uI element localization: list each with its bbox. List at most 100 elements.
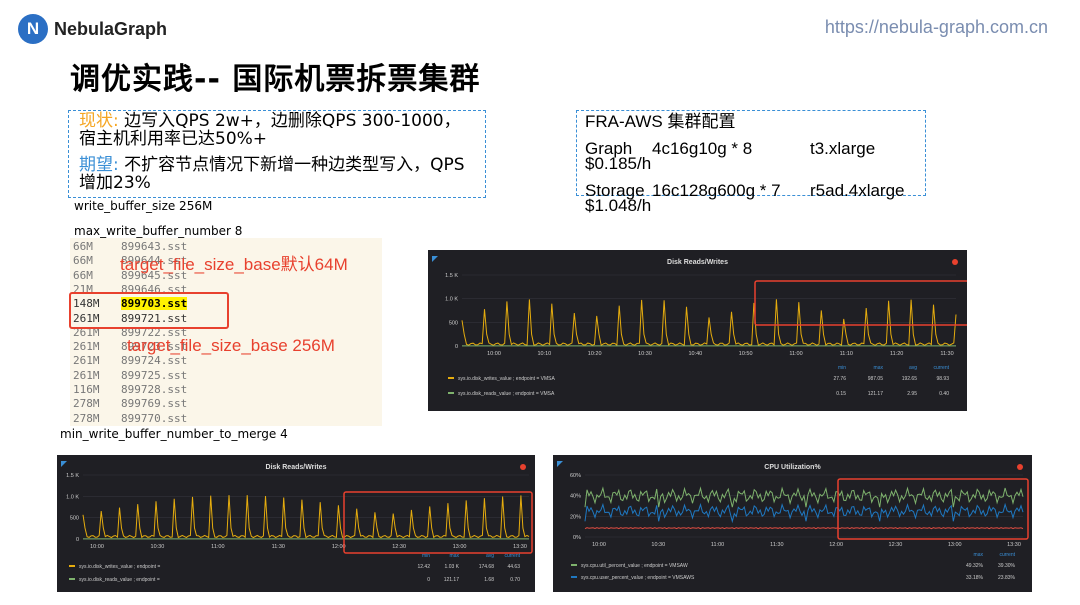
sst-file-size: 261M xyxy=(73,354,100,368)
y-tick-label: 1.5 K xyxy=(445,273,458,279)
panel-alert-icon xyxy=(1017,464,1023,470)
sst-file-row: 261M 899724.sst xyxy=(73,354,187,367)
series-line xyxy=(82,495,530,539)
legend-stat-value: 121.17 xyxy=(444,577,460,583)
panel-corner-icon xyxy=(432,256,438,262)
sst-file-name: 899724.sst xyxy=(121,354,188,368)
legend-header: avg xyxy=(909,365,917,371)
x-tick-label: 12:30 xyxy=(889,542,903,548)
storage-spec: 16c128g600g * 7 xyxy=(652,181,781,200)
x-tick-label: 10:30 xyxy=(651,542,665,548)
current-status-text-2: 宿主机利用率已达50%+ xyxy=(79,129,268,149)
sst-file-name: 899728.sst xyxy=(121,383,188,396)
graph-spec: 4c16g10g * 8 xyxy=(652,139,753,158)
x-tick-label: 10:10 xyxy=(537,351,551,357)
x-tick-label: 11:30 xyxy=(770,542,783,548)
x-tick-label: 10:30 xyxy=(638,351,652,357)
x-tick-label: 13:00 xyxy=(948,542,962,548)
storage-price: $1.048/h xyxy=(585,196,652,215)
disk-rw-panel-1[interactable]: Disk Reads/Writes 1.5 K 1.0 K 500 0 10:00 10:1… xyxy=(428,250,967,411)
sst-file-size: 116M xyxy=(73,383,100,396)
legend-stat-value: 0 xyxy=(427,577,430,583)
legend-header: max xyxy=(974,552,984,558)
current-status: 现状: 边写入QPS 2w+，边删除QPS 300-1000， 宿主机利用率已达… xyxy=(79,112,475,148)
panel-corner-icon xyxy=(61,461,67,467)
highlight-box xyxy=(754,280,967,326)
cpu-utilization-panel[interactable]: CPU Utilization% 60% 40% 20% 0% 10:00 10:30 11:… xyxy=(553,455,1032,592)
sst-file-row: 278M 899769.sst xyxy=(73,397,187,410)
param-write-buffer-size: write_buffer_size 256M xyxy=(74,199,213,213)
current-status-label: 现状: xyxy=(79,111,119,131)
x-tick-label: 10:00 xyxy=(487,351,501,357)
legend-stat-value: 39.30% xyxy=(998,563,1016,569)
goal-text-2: 增加23% xyxy=(79,173,151,193)
legend-stat-value: 174.68 xyxy=(479,564,495,570)
graph-price: $0.185/h xyxy=(585,154,652,173)
annotation-default-size: target_file_size_base默认64M xyxy=(120,255,348,274)
param-min-write-buffer-number-to-merge: min_write_buffer_number_to_merge 4 xyxy=(60,427,288,441)
goal: 期望: 不扩容节点情况下新增一种边类型写入，QPS 增加23% xyxy=(79,156,475,192)
y-tick-label: 1.5 K xyxy=(66,473,79,479)
nebula-logo-icon: N xyxy=(18,14,48,44)
legend-header: min xyxy=(422,553,430,559)
x-tick-label: 12:30 xyxy=(392,544,406,550)
y-tick-label: 20% xyxy=(570,514,581,520)
sst-file-size: 278M xyxy=(73,411,100,425)
chart-title: CPU Utilization% xyxy=(764,464,821,471)
disk-rw-panel-2[interactable]: Disk Reads/Writes 1.5 K 1.0 K 500 0 10:00 10:3… xyxy=(57,455,535,592)
sst-file-size: 261M xyxy=(73,340,100,354)
x-tick-label: 13:30 xyxy=(1007,542,1021,548)
legend-stat-value: 1.03 K xyxy=(445,564,460,570)
x-tick-label: 13:30 xyxy=(513,544,527,550)
sst-file-size: 278M xyxy=(73,397,100,411)
legend-series-name: sys.cpu.util_percent_value ; endpoint = … xyxy=(581,563,688,569)
legend-stat-value: 121.17 xyxy=(868,391,884,397)
status-goal-box: 现状: 边写入QPS 2w+，边删除QPS 300-1000， 宿主机利用率已达… xyxy=(68,110,486,198)
legend-header: current xyxy=(504,553,520,559)
x-tick-label: 10:20 xyxy=(588,351,602,357)
sst-file-row: 116M 899728.sst xyxy=(73,383,187,396)
x-tick-label: 11:30 xyxy=(940,351,953,357)
sst-file-name: 899725.sst xyxy=(121,368,188,382)
brand-name: NebulaGraph xyxy=(54,18,168,39)
legend-stat-value: 1.68 xyxy=(484,577,494,583)
goal-text: 不扩容节点情况下新增一种边类型写入，QPS xyxy=(124,155,465,175)
x-tick-label: 10:00 xyxy=(592,542,606,548)
x-tick-label: 11:30 xyxy=(272,544,285,550)
goal-label: 期望: xyxy=(79,155,119,175)
chart-title: Disk Reads/Writes xyxy=(667,259,728,266)
legend-stat-value: 98.93 xyxy=(936,376,949,382)
legend-stat-value: 44.63 xyxy=(507,564,520,570)
series-line xyxy=(584,486,1024,508)
legend-stat-value: 2.95 xyxy=(907,391,917,397)
legend-series-name: sys.io.disk_reads_value ; endpoint = xyxy=(79,577,160,583)
site-url-link[interactable]: https://nebula-graph.com.cn xyxy=(825,17,1048,38)
x-tick-label: 10:40 xyxy=(688,351,702,357)
y-tick-label: 40% xyxy=(570,494,581,500)
series-line xyxy=(584,502,1024,524)
legend-stat-value: 27.76 xyxy=(833,376,846,382)
panel-alert-icon xyxy=(520,464,526,470)
legend-stat-value: 987.05 xyxy=(868,376,884,382)
legend-header: avg xyxy=(486,553,494,559)
sst-file-size: 66M xyxy=(73,268,93,282)
legend-stat-value: 192.65 xyxy=(902,376,918,382)
cluster-config-heading: FRA-AWS 集群配置 xyxy=(585,112,736,131)
y-tick-label: 60% xyxy=(570,473,581,479)
legend-stat-value: 49.32% xyxy=(966,563,984,569)
legend-series-name: sys.cpu.user_percent_value ; endpoint = … xyxy=(581,575,695,581)
sst-file-row: 278M 899770.sst xyxy=(73,412,187,425)
brand-logo: N NebulaGraph xyxy=(18,14,167,44)
legend-header: min xyxy=(838,365,846,371)
legend-stat-value: 0.15 xyxy=(836,391,846,397)
x-tick-label: 12:00 xyxy=(829,542,843,548)
x-tick-label: 11:00 xyxy=(211,544,224,550)
page-title: 调优实践-- 国际机票拆票集群 xyxy=(70,62,481,97)
y-tick-label: 0 xyxy=(76,537,79,543)
x-tick-label: 13:00 xyxy=(453,544,467,550)
panel-corner-icon xyxy=(557,461,563,467)
x-tick-label: 11:10 xyxy=(840,351,853,357)
x-tick-label: 11:00 xyxy=(711,542,724,548)
legend-header: max xyxy=(874,365,884,371)
annotation-tuned-size: target_file_size_base 256M xyxy=(127,336,335,355)
